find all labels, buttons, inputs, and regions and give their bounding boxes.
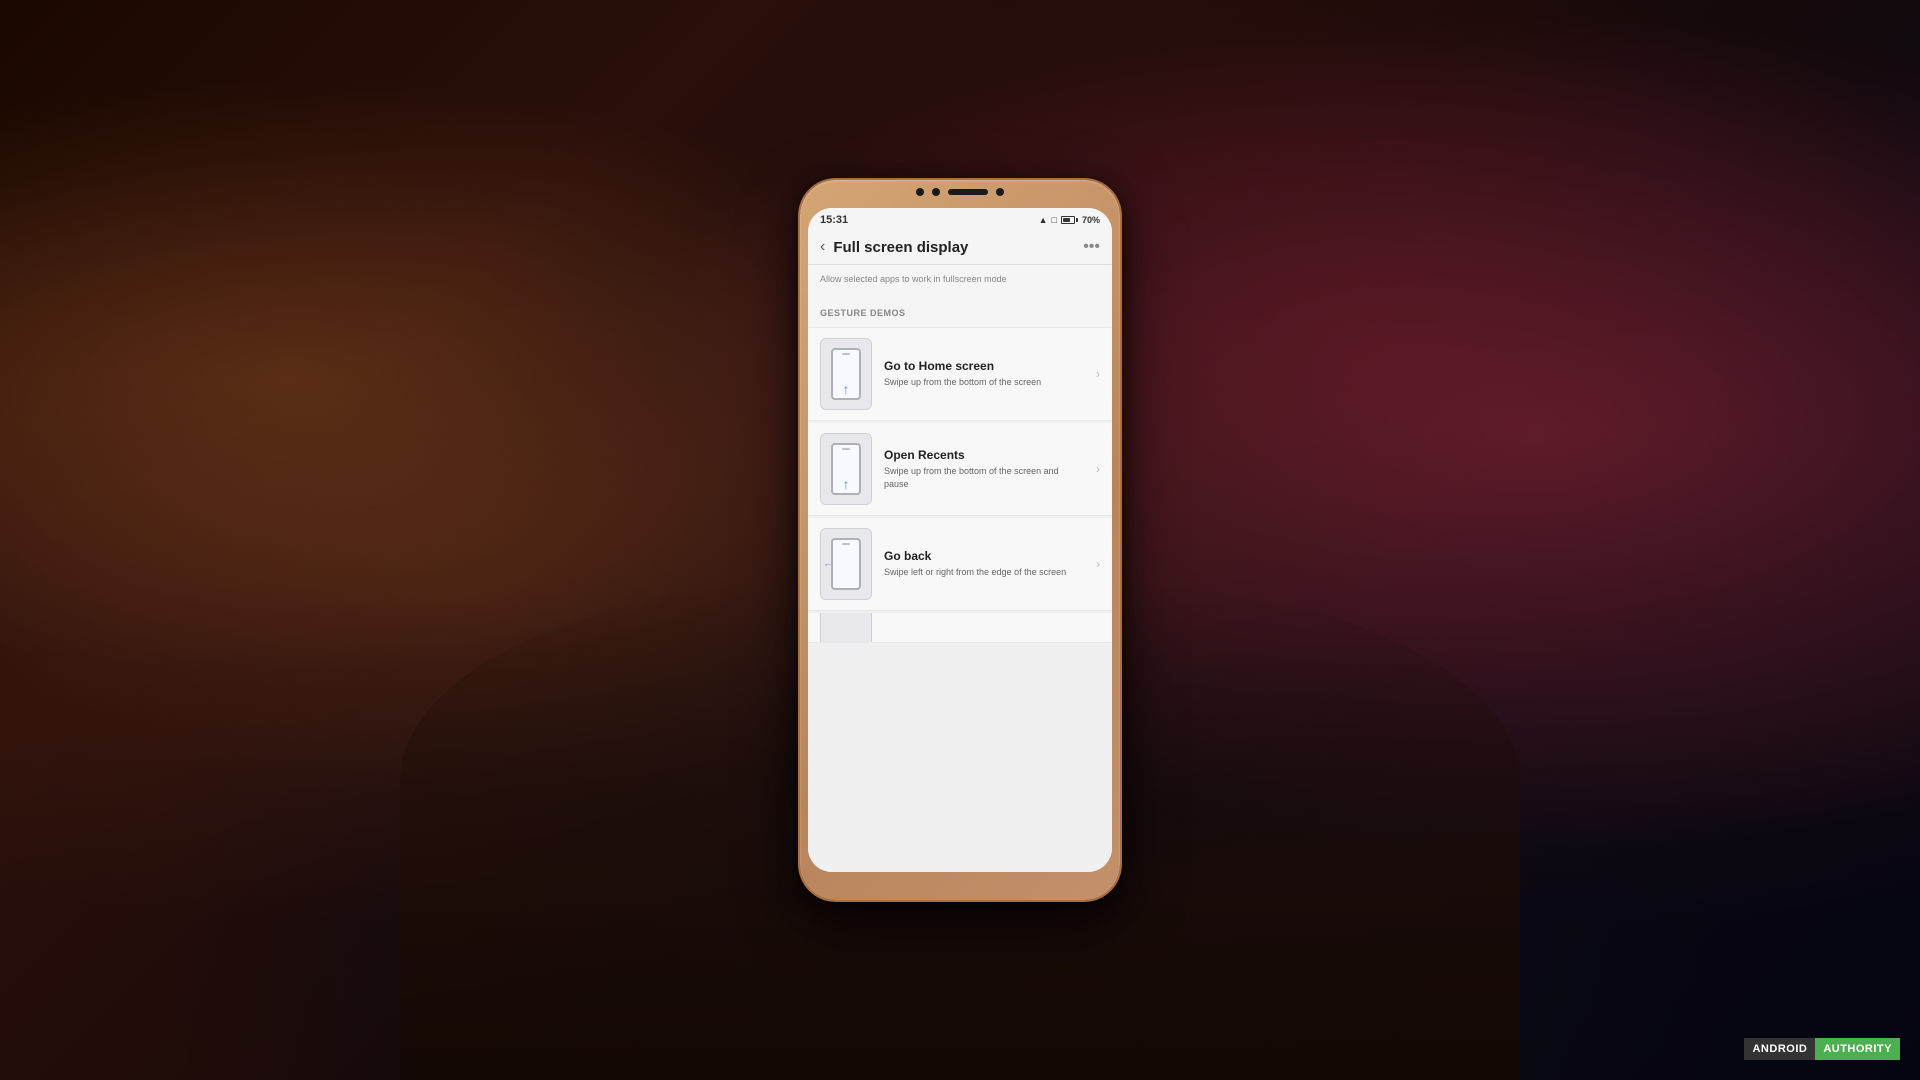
watermark-authority-label: AUTHORITY (1815, 1038, 1900, 1060)
phone-device: 15:31 ▲ □ 70% ‹ Full screen display (800, 180, 1120, 900)
mini-phone-back (831, 538, 861, 590)
phone-screen: 15:31 ▲ □ 70% ‹ Full screen display (808, 208, 1112, 872)
gesture-title-home: Go to Home screen (884, 359, 1084, 373)
camera-dot-center (932, 188, 940, 196)
wifi-icon: ▲ (1039, 215, 1048, 225)
page-subtitle-area: Allow selected apps to work in fullscree… (808, 265, 1112, 295)
signal-icon: □ (1052, 215, 1057, 225)
phone-camera-area (916, 188, 1004, 196)
gesture-thumbnail-partial (820, 613, 872, 643)
subtitle-text: Allow selected apps to work in fullscree… (820, 274, 1007, 284)
gesture-desc-home: Swipe up from the bottom of the screen (884, 376, 1084, 389)
app-header: ‹ Full screen display ••• (808, 230, 1112, 265)
gesture-item-partial[interactable] (808, 613, 1112, 643)
camera-dot-right (996, 188, 1004, 196)
battery-icon (1061, 216, 1078, 224)
section-title: GESTURE DEMOS (820, 308, 906, 318)
chevron-icon-home: › (1096, 367, 1100, 381)
swipe-left-icon: ← (823, 559, 833, 570)
gesture-info-home: Go to Home screen Swipe up from the bott… (884, 359, 1084, 389)
gesture-desc-back: Swipe left or right from the edge of the… (884, 566, 1084, 579)
gesture-item-back[interactable]: ← Go back Swipe left or right from the e… (808, 518, 1112, 611)
gesture-thumbnail-recents: ↑ (820, 433, 872, 505)
swipe-up-arrow-home: ↑ (843, 381, 850, 397)
gesture-thumbnail-home: ↑ (820, 338, 872, 410)
gesture-info-back: Go back Swipe left or right from the edg… (884, 549, 1084, 579)
gesture-info-recents: Open Recents Swipe up from the bottom of… (884, 448, 1084, 490)
gesture-list: ↑ Go to Home screen Swipe up from the bo… (808, 327, 1112, 872)
watermark-android-label: ANDROID (1744, 1038, 1815, 1060)
status-icons: ▲ □ 70% (1039, 215, 1100, 225)
gesture-thumbnail-back: ← (820, 528, 872, 600)
gesture-title-back: Go back (884, 549, 1084, 563)
page-title: Full screen display (833, 239, 1075, 256)
speaker-bar (948, 189, 988, 195)
gesture-item-go-home[interactable]: ↑ Go to Home screen Swipe up from the bo… (808, 327, 1112, 421)
gesture-title-recents: Open Recents (884, 448, 1084, 462)
status-time: 15:31 (820, 214, 848, 226)
watermark: ANDROID AUTHORITY (1744, 1038, 1900, 1060)
chevron-icon-back: › (1096, 557, 1100, 571)
phone-frame: 15:31 ▲ □ 70% ‹ Full screen display (800, 180, 1120, 900)
gesture-desc-recents: Swipe up from the bottom of the screen a… (884, 465, 1084, 490)
swipe-up-arrow-recents: ↑ (843, 476, 850, 492)
camera-dot-left (916, 188, 924, 196)
gesture-item-recents[interactable]: ↑ Open Recents Swipe up from the bottom … (808, 423, 1112, 516)
back-button[interactable]: ‹ (820, 238, 825, 256)
chevron-icon-recents: › (1096, 462, 1100, 476)
more-button[interactable]: ••• (1083, 238, 1100, 256)
section-header: GESTURE DEMOS (808, 295, 1112, 327)
battery-percent: 70% (1082, 215, 1100, 225)
status-bar: 15:31 ▲ □ 70% (808, 208, 1112, 230)
